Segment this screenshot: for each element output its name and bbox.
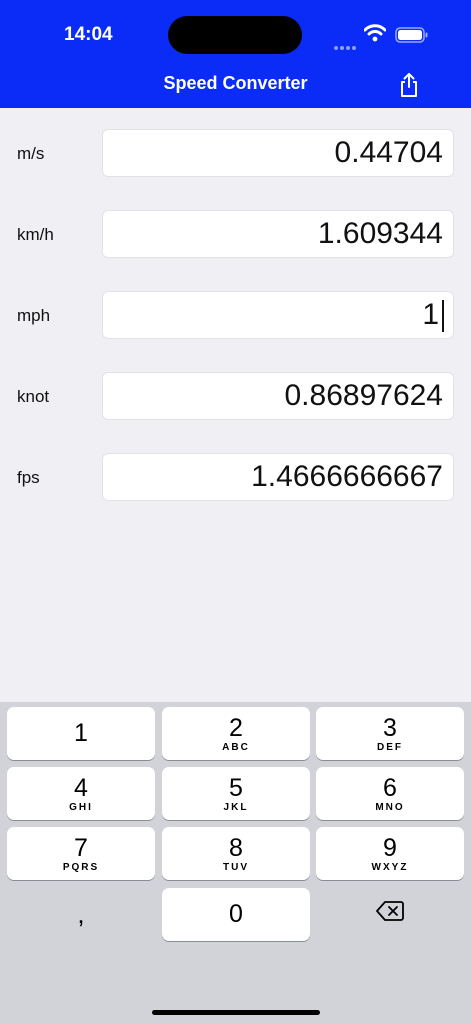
value-field[interactable]	[102, 372, 454, 420]
dynamic-island	[168, 16, 302, 54]
row-m-s: m/s	[0, 129, 471, 179]
unit-label: m/s	[17, 144, 45, 163]
fps-input[interactable]	[103, 454, 453, 500]
key-digit: 3	[383, 714, 397, 742]
key-digit: 7	[74, 834, 88, 862]
wifi-icon	[364, 24, 386, 42]
row-km-h: km/h	[0, 210, 471, 260]
home-indicator[interactable]	[152, 1010, 320, 1015]
key-4[interactable]: 4 GHI	[7, 767, 155, 820]
key-digit: 1	[74, 719, 88, 747]
unit-label: knot	[17, 387, 50, 406]
key-5[interactable]: 5 JKL	[162, 767, 310, 820]
key-letters: DEF	[377, 742, 403, 753]
key-digit: 6	[383, 774, 397, 802]
key-letters: WXYZ	[371, 862, 409, 873]
key-8[interactable]: 8 TUV	[162, 827, 310, 880]
delete-backward-icon	[376, 901, 404, 921]
numeric-keypad: 1 2 ABC 3 DEF 4 GHI 5 JKL 6 MNO 7 PQRS 8…	[0, 702, 471, 1024]
key-digit: 5	[229, 774, 243, 802]
delete-key[interactable]	[316, 900, 464, 928]
km-h-input[interactable]	[103, 211, 453, 257]
key-digit: 0	[229, 900, 243, 928]
comma-key[interactable]: ,	[7, 899, 155, 930]
mph-input[interactable]	[103, 292, 453, 338]
key-digit: 9	[383, 834, 397, 862]
key-letters: PQRS	[62, 862, 100, 873]
cellular-signal-icon	[334, 37, 360, 50]
key-7[interactable]: 7 PQRS	[7, 827, 155, 880]
key-digit: 2	[229, 714, 243, 742]
key-letters: MNO	[375, 802, 405, 813]
key-0[interactable]: 0	[162, 888, 310, 941]
value-field[interactable]	[102, 291, 454, 339]
value-field[interactable]	[102, 129, 454, 177]
value-field[interactable]	[102, 453, 454, 501]
key-digit: 4	[74, 774, 88, 802]
value-field[interactable]	[102, 210, 454, 258]
key-letters: GHI	[69, 802, 93, 813]
key-6[interactable]: 6 MNO	[316, 767, 464, 820]
row-mph: mph	[0, 291, 471, 341]
key-digit: 8	[229, 834, 243, 862]
key-1[interactable]: 1	[7, 707, 155, 760]
navigation-bar: 14:04 Speed Converter	[0, 0, 471, 108]
key-letters: JKL	[223, 802, 249, 813]
knot-input[interactable]	[103, 373, 453, 419]
key-2[interactable]: 2 ABC	[162, 707, 310, 760]
battery-icon	[395, 27, 428, 43]
share-icon[interactable]	[398, 72, 420, 98]
key-letters: TUV	[223, 862, 249, 873]
text-cursor	[442, 300, 444, 332]
key-letters: ABC	[222, 742, 250, 753]
row-fps: fps	[0, 453, 471, 503]
row-knot: knot	[0, 372, 471, 422]
unit-label: km/h	[17, 225, 54, 244]
status-time: 14:04	[64, 24, 113, 45]
unit-label: mph	[17, 306, 51, 325]
unit-label: fps	[17, 468, 40, 487]
key-9[interactable]: 9 WXYZ	[316, 827, 464, 880]
key-3[interactable]: 3 DEF	[316, 707, 464, 760]
m-s-input[interactable]	[103, 130, 453, 176]
